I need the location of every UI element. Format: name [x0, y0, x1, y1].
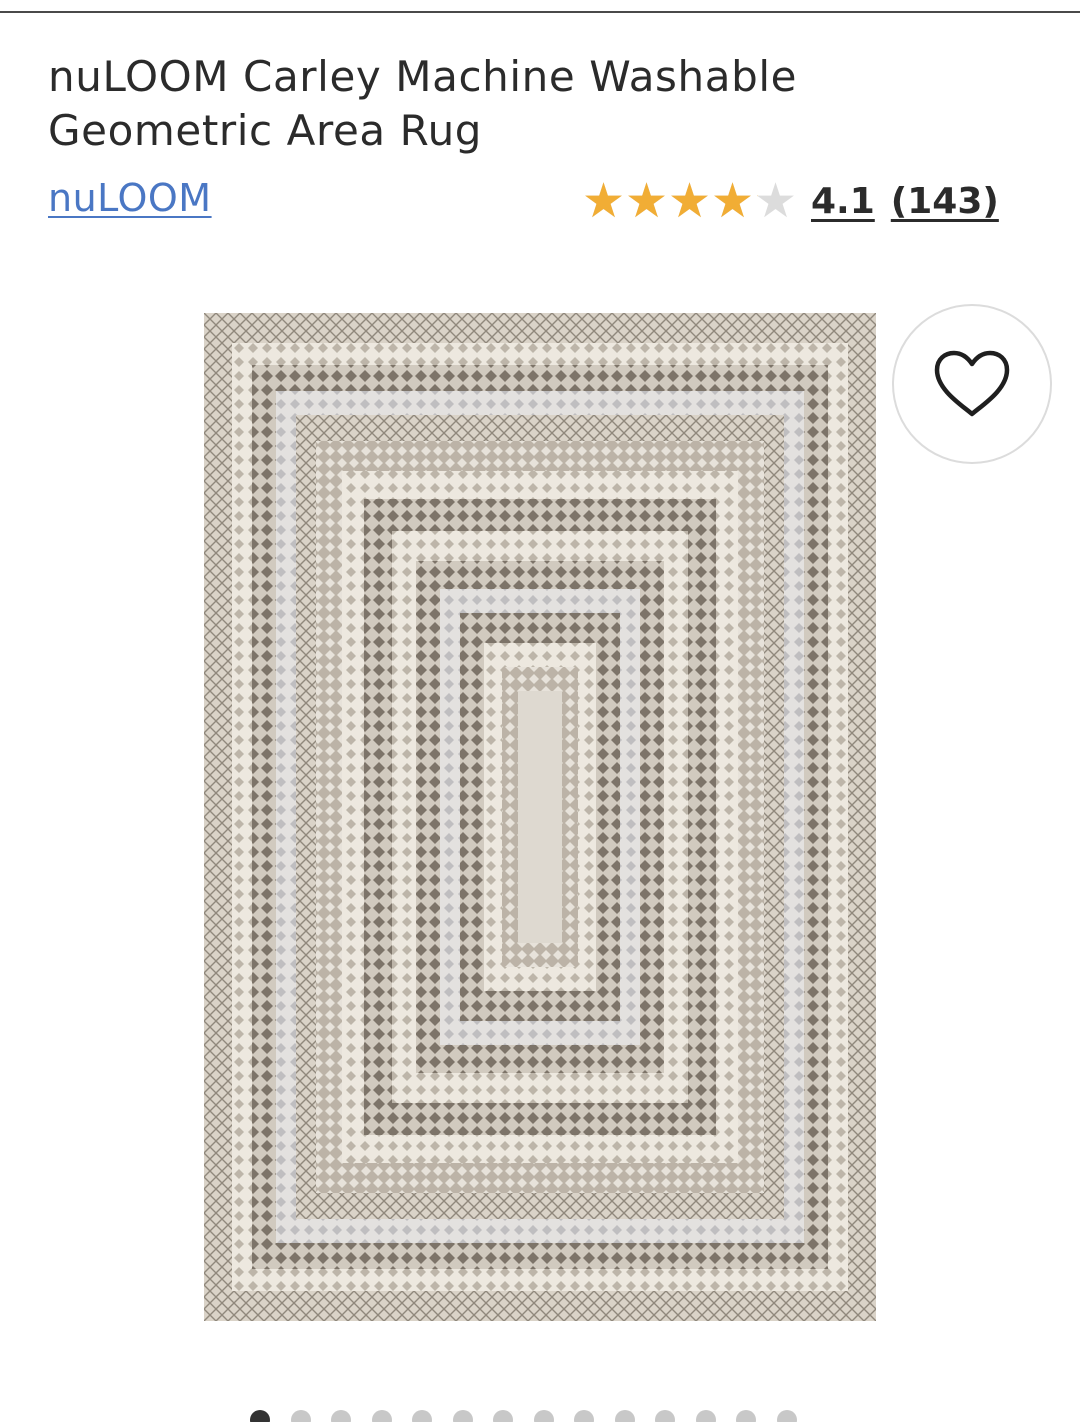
carousel-dot[interactable]	[371, 1410, 392, 1422]
carousel-dot[interactable]	[250, 1410, 270, 1422]
brand-link[interactable]: nuLOOM	[48, 176, 212, 220]
carousel-dot[interactable]	[412, 1410, 432, 1422]
heart-outline-icon	[934, 350, 1010, 417]
rug-image	[204, 313, 876, 1321]
add-to-wishlist-button[interactable]	[892, 304, 1052, 464]
product-page: nuLOOM Carley Machine Washable Geometric…	[0, 0, 1080, 1422]
rating-stars: ★★★★★★★★★★	[582, 177, 797, 225]
carousel-dot[interactable]	[695, 1410, 716, 1422]
carousel-dot[interactable]	[452, 1410, 473, 1422]
star-icon: ★★	[754, 173, 798, 229]
carousel-dot[interactable]	[574, 1410, 594, 1422]
carousel-dot[interactable]	[776, 1410, 797, 1422]
product-title: nuLOOM Carley Machine Washable Geometric…	[48, 52, 798, 155]
carousel-dot[interactable]	[331, 1410, 351, 1422]
star-icon: ★★	[711, 173, 755, 229]
star-icon: ★★	[668, 173, 712, 229]
carousel-dot[interactable]	[533, 1410, 554, 1422]
image-carousel-dots	[250, 1410, 797, 1422]
review-count-link[interactable]: (143)	[891, 181, 999, 222]
carousel-dot[interactable]	[493, 1410, 513, 1422]
carousel-dot[interactable]	[614, 1410, 635, 1422]
carousel-dot[interactable]	[655, 1410, 675, 1422]
star-icon: ★★	[582, 173, 626, 229]
rating-value[interactable]: 4.1	[811, 181, 875, 222]
product-rating[interactable]: ★★★★★★★★★★ 4.1 (143)	[582, 176, 999, 226]
carousel-dot[interactable]	[290, 1410, 311, 1422]
product-image[interactable]	[204, 313, 876, 1321]
top-divider	[0, 11, 1080, 13]
carousel-dot[interactable]	[736, 1410, 756, 1422]
star-icon: ★★	[625, 173, 669, 229]
